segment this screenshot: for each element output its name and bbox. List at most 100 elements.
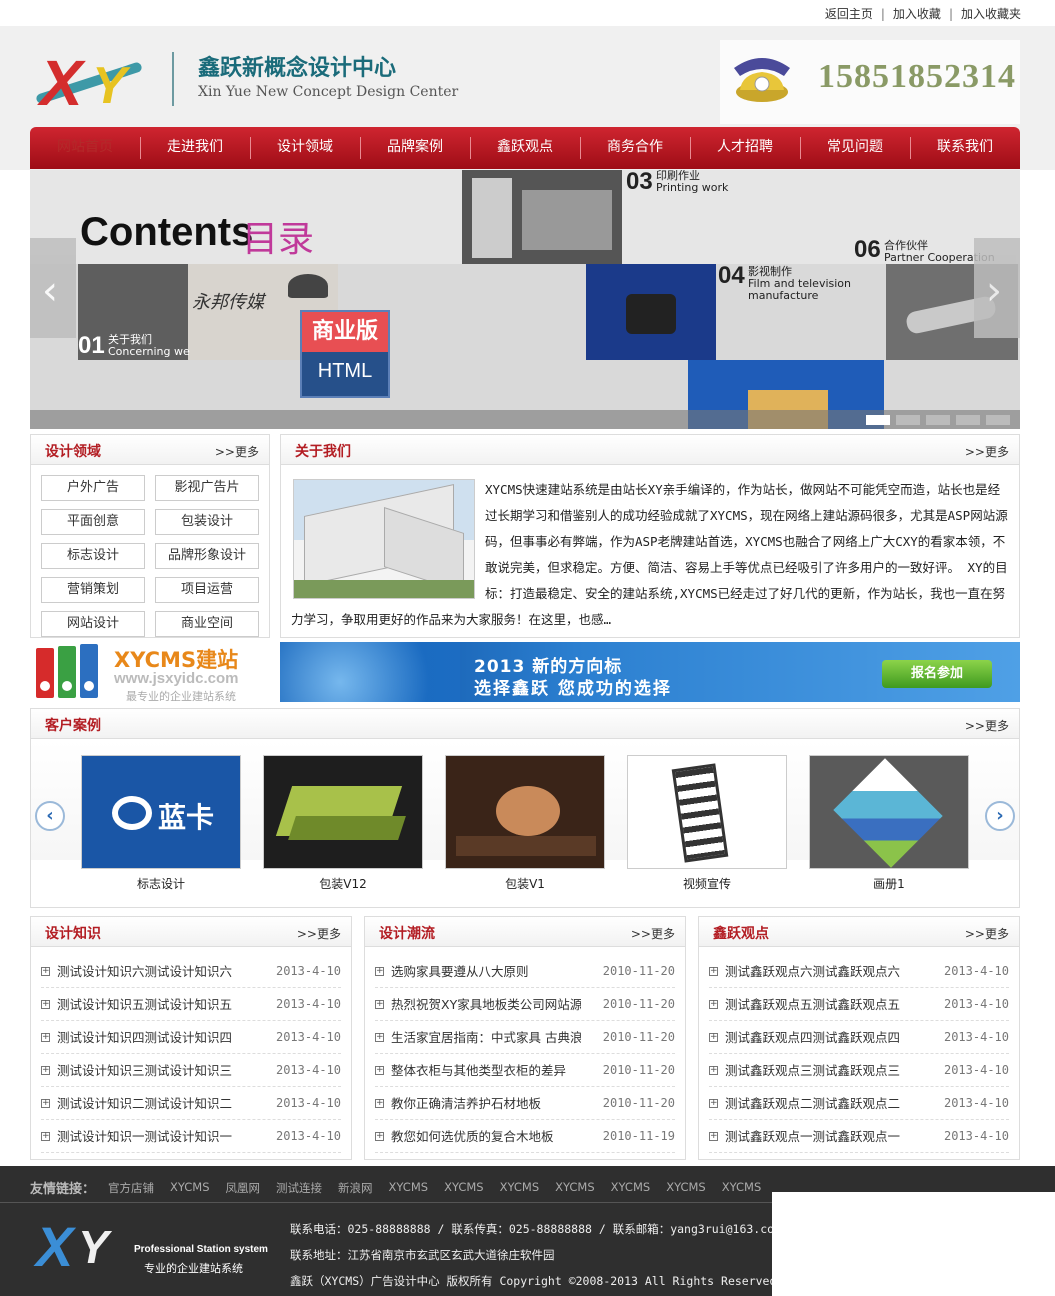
- news-row[interactable]: + 测试鑫跃观点六测试鑫跃观点六 2013-4-10: [709, 955, 1009, 988]
- friend-link[interactable]: XYCMS: [666, 1180, 706, 1196]
- category-button[interactable]: 网站设计: [41, 611, 145, 637]
- news-row[interactable]: + 测试设计知识一测试设计知识一 2013-4-10: [41, 1120, 341, 1153]
- cases-prev-button[interactable]: ‹: [35, 801, 65, 831]
- news-item-title[interactable]: 测试设计知识三测试设计知识三: [57, 1054, 247, 1087]
- news-more-link[interactable]: >>更多: [631, 925, 675, 942]
- friend-link[interactable]: XYCMS: [722, 1180, 762, 1196]
- friend-link[interactable]: 新浪网: [338, 1180, 373, 1196]
- banner-prev-arrow[interactable]: ‹: [30, 238, 76, 338]
- category-button[interactable]: 包装设计: [155, 509, 259, 535]
- news-item-title[interactable]: 测试鑫跃观点二测试鑫跃观点二: [725, 1087, 915, 1120]
- category-button[interactable]: 商业空间: [155, 611, 259, 637]
- case-item[interactable]: 视频宣传: [627, 755, 787, 892]
- nav-about[interactable]: 走进我们: [140, 127, 250, 169]
- nav-faq[interactable]: 常见问题: [800, 127, 910, 169]
- friend-link[interactable]: XYCMS: [611, 1180, 651, 1196]
- category-button[interactable]: 品牌形象设计: [155, 543, 259, 569]
- news-item-title[interactable]: 生活家宜居指南：中式家具 古典浪: [391, 1021, 581, 1054]
- news-row[interactable]: + 测试设计知识二测试设计知识二 2013-4-10: [41, 1087, 341, 1120]
- friend-link[interactable]: XYCMS: [389, 1180, 429, 1196]
- friend-link[interactable]: 凤凰网: [226, 1180, 261, 1196]
- news-item-date: 2013-4-10: [943, 964, 1009, 978]
- category-button[interactable]: 项目运营: [155, 577, 259, 603]
- nav-jobs[interactable]: 人才招聘: [690, 127, 800, 169]
- nav-viewpoints[interactable]: 鑫跃观点: [470, 127, 580, 169]
- case-item[interactable]: 包装V12: [263, 755, 423, 892]
- banner-dot[interactable]: [926, 415, 950, 425]
- signup-button[interactable]: 报名参加: [882, 660, 992, 688]
- promo-banner-2013[interactable]: 2013 新的方向标 选择鑫跃 您成功的选择 报名参加: [280, 642, 1020, 702]
- category-button[interactable]: 户外广告: [41, 475, 145, 501]
- news-item-title[interactable]: 整体衣柜与其他类型衣柜的差异: [391, 1054, 581, 1087]
- news-item-title[interactable]: 教你正确清洁养护石材地板: [391, 1087, 581, 1120]
- nav-business[interactable]: 商务合作: [580, 127, 690, 169]
- news-row[interactable]: + 测试鑫跃观点三测试鑫跃观点三 2013-4-10: [709, 1054, 1009, 1087]
- news-item-title[interactable]: 测试设计知识六测试设计知识六: [57, 955, 247, 988]
- news-item-title[interactable]: 测试鑫跃观点五测试鑫跃观点五: [725, 988, 915, 1021]
- case-item[interactable]: 包装V1: [445, 755, 605, 892]
- xinyue-viewpoints-box: 鑫跃观点 >>更多 + 测试鑫跃观点六测试鑫跃观点六 2013-4-10 + 测试鑫跃…: [698, 916, 1020, 1160]
- phone-number: 15851852314: [818, 58, 1016, 95]
- news-row[interactable]: + 教您如何选优质的复合木地板 2010-11-19: [375, 1120, 675, 1153]
- banner-dot[interactable]: [866, 415, 890, 425]
- news-item-title[interactable]: 测试鑫跃观点四测试鑫跃观点四: [725, 1021, 915, 1054]
- friend-link[interactable]: XYCMS: [500, 1180, 540, 1196]
- news-item-title[interactable]: 教您如何选优质的复合木地板: [391, 1120, 581, 1153]
- banner-dot[interactable]: [956, 415, 980, 425]
- news-row[interactable]: + 热烈祝贺XY家具地板类公司网站源码 2010-11-20: [375, 988, 675, 1021]
- news-row[interactable]: + 测试鑫跃观点二测试鑫跃观点二 2013-4-10: [709, 1087, 1009, 1120]
- news-row[interactable]: + 测试设计知识六测试设计知识六 2013-4-10: [41, 955, 341, 988]
- site-logo[interactable]: X Y: [34, 40, 154, 126]
- case-caption: 标志设计: [136, 877, 185, 891]
- add-favorite-link[interactable]: 加入收藏: [893, 7, 941, 21]
- xycms-promo[interactable]: XYCMS建站 www.jsxyidc.com 最专业的企业建站系统: [30, 640, 272, 704]
- news-more-link[interactable]: >>更多: [297, 925, 341, 942]
- news-row[interactable]: + 选购家具要遵从八大原则 2010-11-20: [375, 955, 675, 988]
- news-item-title[interactable]: 测试鑫跃观点六测试鑫跃观点六: [725, 955, 915, 988]
- friend-link[interactable]: 测试连接: [276, 1180, 322, 1196]
- news-item-title[interactable]: 测试设计知识二测试设计知识二: [57, 1087, 247, 1120]
- news-item-title[interactable]: 测试鑫跃观点三测试鑫跃观点三: [725, 1054, 915, 1087]
- news-row[interactable]: + 测试设计知识五测试设计知识五 2013-4-10: [41, 988, 341, 1021]
- news-item-title[interactable]: 测试设计知识一测试设计知识一: [57, 1120, 247, 1153]
- friend-link[interactable]: 官方店铺: [108, 1180, 154, 1196]
- news-row[interactable]: + 测试设计知识三测试设计知识三 2013-4-10: [41, 1054, 341, 1087]
- news-item-title[interactable]: 测试鑫跃观点一测试鑫跃观点一: [725, 1120, 915, 1153]
- banner-dot[interactable]: [896, 415, 920, 425]
- nav-design-field[interactable]: 设计领域: [250, 127, 360, 169]
- category-button[interactable]: 平面创意: [41, 509, 145, 535]
- friend-link[interactable]: XYCMS: [555, 1180, 595, 1196]
- news-item-title[interactable]: 热烈祝贺XY家具地板类公司网站源码: [391, 988, 581, 1021]
- cases-more-link[interactable]: >>更多: [965, 717, 1009, 734]
- news-title: 鑫跃观点: [713, 926, 769, 942]
- news-row[interactable]: + 整体衣柜与其他类型衣柜的差异 2010-11-20: [375, 1054, 675, 1087]
- news-row[interactable]: + 测试鑫跃观点一测试鑫跃观点一 2013-4-10: [709, 1120, 1009, 1153]
- banner-dot[interactable]: [986, 415, 1010, 425]
- nav-home[interactable]: 网站首页: [30, 127, 140, 169]
- news-row[interactable]: + 教你正确清洁养护石材地板 2010-11-20: [375, 1087, 675, 1120]
- news-row[interactable]: + 测试鑫跃观点四测试鑫跃观点四 2013-4-10: [709, 1021, 1009, 1054]
- nav-brand-cases[interactable]: 品牌案例: [360, 127, 470, 169]
- friend-link[interactable]: XYCMS: [444, 1180, 484, 1196]
- category-button[interactable]: 标志设计: [41, 543, 145, 569]
- news-row[interactable]: + 测试鑫跃观点五测试鑫跃观点五 2013-4-10: [709, 988, 1009, 1021]
- design-field-more-link[interactable]: >>更多: [215, 443, 259, 460]
- news-row[interactable]: + 生活家宜居指南：中式家具 古典浪 2010-11-20: [375, 1021, 675, 1054]
- news-item-title[interactable]: 测试设计知识五测试设计知识五: [57, 988, 247, 1021]
- nav-contact[interactable]: 联系我们: [910, 127, 1020, 169]
- case-item[interactable]: 蓝卡 标志设计: [81, 755, 241, 892]
- banner-next-arrow[interactable]: ›: [974, 238, 1020, 338]
- friend-link[interactable]: XYCMS: [170, 1180, 210, 1196]
- news-more-link[interactable]: >>更多: [965, 925, 1009, 942]
- category-button[interactable]: 影视广告片: [155, 475, 259, 501]
- hero-banner[interactable]: 永邦传媒 Contents 目录 01 关于我们 Concerning we 0…: [30, 170, 1020, 429]
- category-button[interactable]: 营销策划: [41, 577, 145, 603]
- news-row[interactable]: + 测试设计知识四测试设计知识四 2013-4-10: [41, 1021, 341, 1054]
- about-more-link[interactable]: >>更多: [965, 443, 1009, 460]
- home-link[interactable]: 返回主页: [825, 7, 873, 21]
- news-item-title[interactable]: 测试设计知识四测试设计知识四: [57, 1021, 247, 1054]
- cases-next-button[interactable]: ›: [985, 801, 1015, 831]
- add-favorites-folder-link[interactable]: 加入收藏夹: [961, 7, 1021, 21]
- news-item-title[interactable]: 选购家具要遵从八大原则: [391, 955, 581, 988]
- case-item[interactable]: 画册1: [809, 755, 969, 892]
